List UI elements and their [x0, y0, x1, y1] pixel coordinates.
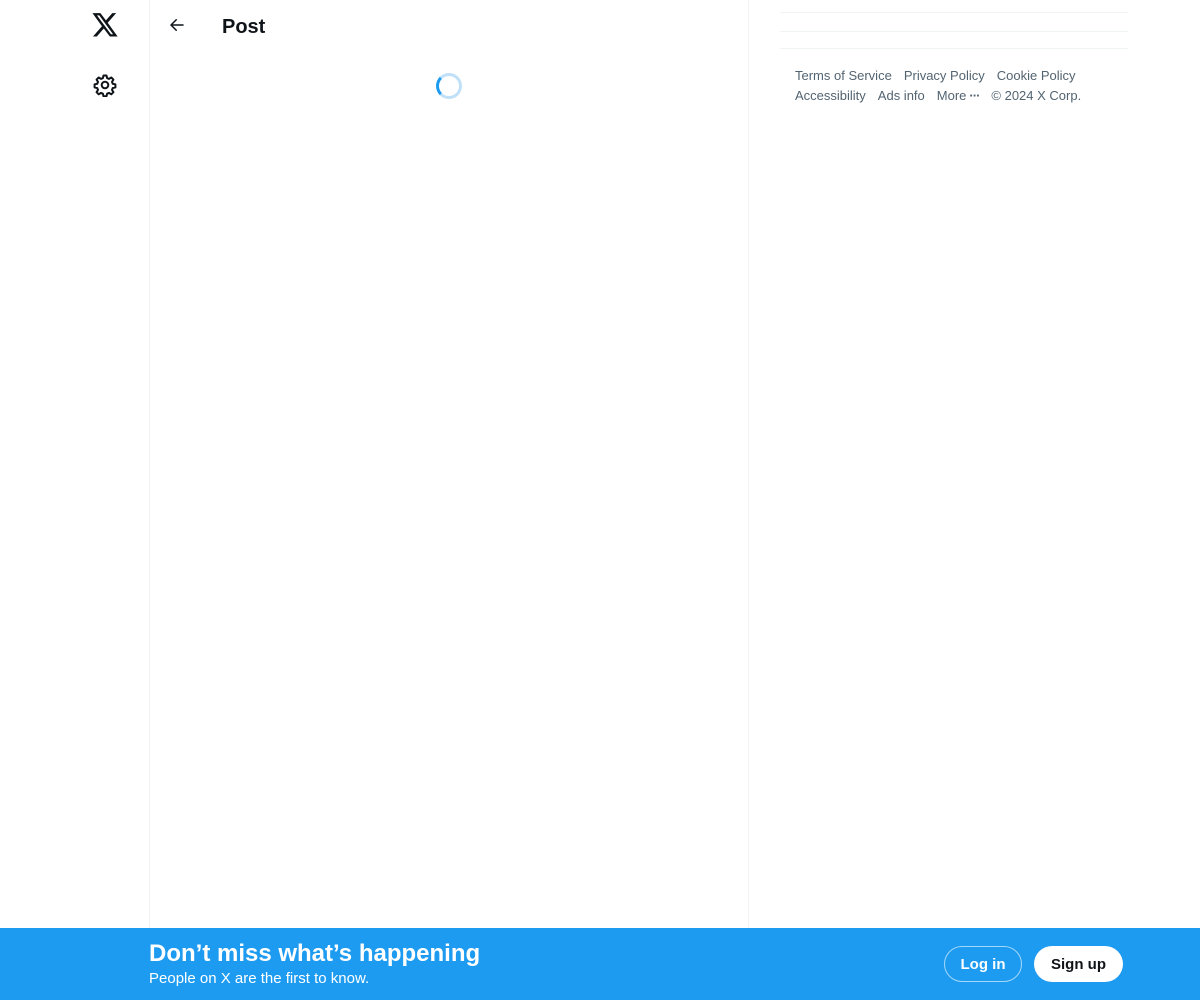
- copyright-text: © 2024 X Corp.: [991, 88, 1082, 103]
- more-menu-button[interactable]: More ···: [936, 86, 981, 106]
- sign-up-button[interactable]: Sign up: [1034, 946, 1123, 982]
- banner-subtitle: People on X are the first to know.: [149, 970, 370, 987]
- divider: [780, 48, 1128, 49]
- footer-row: Accessibility Ads info More ··· © 2024 X…: [795, 86, 1115, 106]
- main-column: Post: [150, 0, 749, 1000]
- x-logo-icon: [91, 12, 119, 44]
- main-header: Post: [150, 0, 748, 53]
- left-nav: [0, 0, 150, 1000]
- page-title: Post: [222, 16, 266, 38]
- x-logo-link[interactable]: [80, 3, 130, 53]
- loading-spinner: [436, 73, 462, 99]
- footer-row: Terms of Service Privacy Policy Cookie P…: [795, 66, 1115, 86]
- divider: [780, 31, 1128, 32]
- back-button[interactable]: [160, 10, 194, 44]
- more-label: More: [936, 88, 967, 103]
- banner-title: Don’t miss what’s happening: [149, 940, 481, 967]
- log-in-button[interactable]: Log in: [944, 946, 1022, 982]
- accessibility-link[interactable]: Accessibility: [795, 86, 866, 106]
- terms-of-service-link[interactable]: Terms of Service: [795, 66, 892, 86]
- gear-icon: [93, 73, 117, 102]
- footer-links: Terms of Service Privacy Policy Cookie P…: [795, 66, 1115, 106]
- privacy-policy-link[interactable]: Privacy Policy: [904, 66, 985, 86]
- signup-banner: Don’t miss what’s happening People on X …: [0, 928, 1200, 1000]
- ellipsis-icon: ···: [969, 88, 980, 103]
- arrow-left-icon: [168, 16, 186, 39]
- cookie-policy-link[interactable]: Cookie Policy: [997, 66, 1076, 86]
- divider: [780, 12, 1128, 13]
- ads-info-link[interactable]: Ads info: [878, 86, 925, 106]
- settings-button[interactable]: [80, 62, 130, 112]
- page: Post Terms of Service Privacy Policy Coo…: [0, 0, 1200, 1000]
